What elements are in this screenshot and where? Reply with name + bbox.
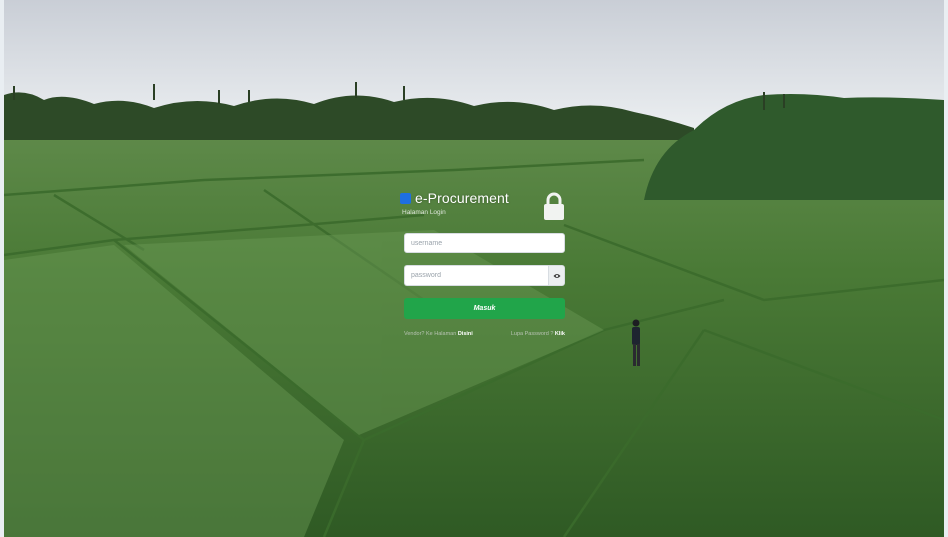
brand-title: e-Procurement	[415, 190, 509, 206]
login-links: Vendor? Ke Halaman Disini Lupa Password …	[404, 331, 565, 337]
password-group	[404, 265, 565, 286]
forgot-password-prompt: Lupa Password ? Klik	[510, 331, 565, 337]
eye-icon	[553, 273, 560, 278]
brand-logo-icon	[400, 192, 411, 204]
register-prompt: Vendor? Ke Halaman Disini	[404, 331, 473, 337]
password-input[interactable]	[404, 265, 548, 286]
register-link[interactable]: Disini	[458, 331, 473, 337]
username-input[interactable]	[404, 233, 565, 253]
forgot-password-link[interactable]: Klik	[555, 331, 565, 337]
lock-icon	[544, 192, 564, 220]
login-panel: e-Procurement Halaman Login Masuk Vendor…	[400, 190, 566, 337]
login-page: e-Procurement Halaman Login Masuk Vendor…	[4, 0, 944, 537]
show-password-button[interactable]	[548, 265, 565, 286]
login-button[interactable]: Masuk	[404, 298, 565, 319]
